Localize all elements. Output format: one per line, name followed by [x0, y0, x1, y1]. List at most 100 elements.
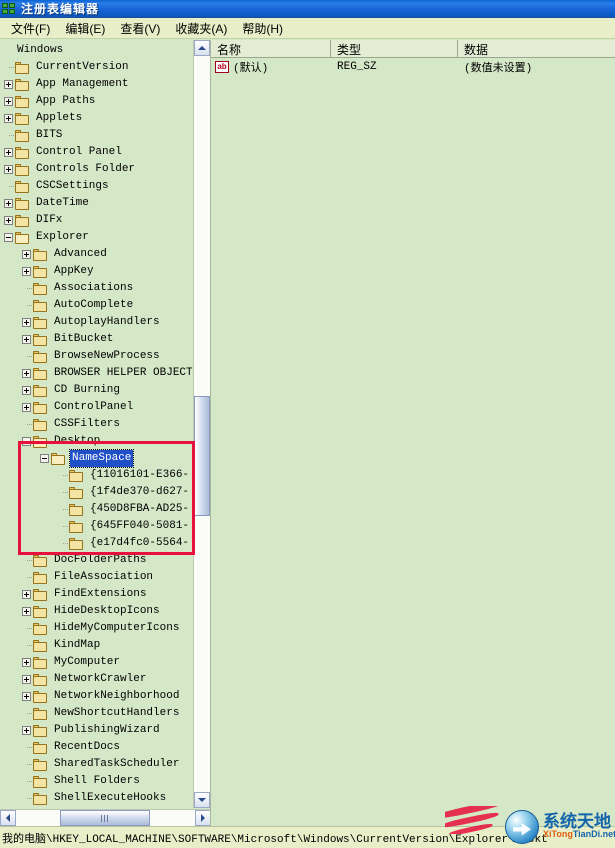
- tree-node[interactable]: Explorer: [0, 229, 193, 246]
- menu-item-edit[interactable]: 编辑(E): [59, 18, 114, 39]
- tree-node-label[interactable]: BitBucket: [52, 331, 115, 348]
- tree-hscroll-track[interactable]: [16, 810, 195, 826]
- tree-node-label[interactable]: Explorer: [34, 229, 91, 246]
- tree-node[interactable]: DIFx: [0, 212, 193, 229]
- tree-node[interactable]: BROWSER HELPER OBJECTS: [0, 365, 193, 382]
- tree-node[interactable]: Applets: [0, 110, 193, 127]
- expand-node-icon[interactable]: [4, 216, 13, 225]
- tree-node-label[interactable]: FileAssociation: [52, 569, 155, 586]
- tree-node-label[interactable]: App Management: [34, 76, 130, 93]
- tree-node-label[interactable]: {645FF040-5081-: [88, 518, 191, 535]
- tree-node-label[interactable]: Associations: [52, 280, 135, 297]
- tree-node-label[interactable]: CSSFilters: [52, 416, 122, 433]
- tree-vertical-scrollbar[interactable]: [193, 40, 210, 808]
- tree-node[interactable]: {1f4de370-d627-: [0, 484, 193, 501]
- tree-node[interactable]: {645FF040-5081-: [0, 518, 193, 535]
- tree-node[interactable]: DocFolderPaths: [0, 552, 193, 569]
- expand-node-icon[interactable]: [22, 726, 31, 735]
- tree-node[interactable]: {e17d4fc0-5564-: [0, 535, 193, 552]
- tree-node-label[interactable]: Advanced: [52, 246, 109, 263]
- tree-scroll-thumb[interactable]: [194, 396, 210, 516]
- expand-node-icon[interactable]: [22, 335, 31, 344]
- tree-node[interactable]: CD Burning: [0, 382, 193, 399]
- tree-node[interactable]: DateTime: [0, 195, 193, 212]
- tree-node[interactable]: NetworkCrawler: [0, 671, 193, 688]
- tree-node-label[interactable]: NetworkNeighborhood: [52, 688, 181, 705]
- tree-node[interactable]: AutoComplete: [0, 297, 193, 314]
- tree-node[interactable]: BitBucket: [0, 331, 193, 348]
- tree-node-label[interactable]: KindMap: [52, 637, 102, 654]
- column-header-type[interactable]: 类型: [331, 40, 458, 57]
- registry-tree[interactable]: Windows CurrentVersion App Management App P…: [0, 40, 193, 808]
- value-row[interactable]: ab (默认) REG_SZ (数值未设置): [211, 58, 615, 76]
- value-name-cell[interactable]: ab (默认): [211, 59, 331, 75]
- scroll-down-button[interactable]: [194, 792, 210, 808]
- collapse-node-icon[interactable]: [22, 437, 31, 446]
- menu-item-favorites[interactable]: 收藏夹(A): [169, 18, 236, 39]
- tree-node[interactable]: ControlPanel: [0, 399, 193, 416]
- tree-node[interactable]: AppKey: [0, 263, 193, 280]
- tree-node-label[interactable]: NewShortcutHandlers: [52, 705, 181, 722]
- collapse-node-icon[interactable]: [40, 454, 49, 463]
- tree-node-label[interactable]: HideMyComputerIcons: [52, 620, 181, 637]
- expand-node-icon[interactable]: [4, 97, 13, 106]
- tree-node-label[interactable]: AutoComplete: [52, 297, 135, 314]
- tree-horizontal-scrollbar[interactable]: [0, 809, 210, 826]
- scroll-right-button[interactable]: [195, 810, 210, 826]
- tree-node-label[interactable]: NameSpace: [68, 449, 135, 468]
- tree-node[interactable]: Shell Folders: [0, 773, 193, 790]
- tree-node-label[interactable]: AppKey: [52, 263, 96, 280]
- tree-node[interactable]: KindMap: [0, 637, 193, 654]
- tree-node[interactable]: NewShortcutHandlers: [0, 705, 193, 722]
- tree-node[interactable]: NetworkNeighborhood: [0, 688, 193, 705]
- tree-node-label[interactable]: ControlPanel: [52, 399, 135, 416]
- tree-node-label[interactable]: Control Panel: [34, 144, 124, 161]
- tree-node-label[interactable]: BITS: [34, 127, 64, 144]
- column-header-name[interactable]: 名称: [211, 40, 331, 57]
- tree-node[interactable]: Windows: [0, 42, 193, 59]
- tree-node[interactable]: App Paths: [0, 93, 193, 110]
- tree-node-label[interactable]: Windows: [15, 42, 65, 59]
- tree-node-label[interactable]: DateTime: [34, 195, 91, 212]
- expand-node-icon[interactable]: [22, 692, 31, 701]
- tree-node[interactable]: HideDesktopIcons: [0, 603, 193, 620]
- tree-node-label[interactable]: Shell Folders: [52, 773, 142, 790]
- tree-node[interactable]: RecentDocs: [0, 739, 193, 756]
- expand-node-icon[interactable]: [4, 165, 13, 174]
- menu-item-view[interactable]: 查看(V): [114, 18, 169, 39]
- tree-scroll-track[interactable]: [194, 56, 210, 792]
- tree-node-label[interactable]: {e17d4fc0-5564-: [88, 535, 191, 552]
- tree-node-label[interactable]: ShellIconOverlayIdentif: [52, 807, 193, 808]
- tree-node[interactable]: CSSFilters: [0, 416, 193, 433]
- tree-node[interactable]: NameSpace: [0, 449, 193, 468]
- expand-node-icon[interactable]: [22, 250, 31, 259]
- tree-node[interactable]: {11016101-E366-: [0, 467, 193, 484]
- tree-node-label[interactable]: AutoplayHandlers: [52, 314, 162, 331]
- tree-node[interactable]: FindExtensions: [0, 586, 193, 603]
- tree-node-label[interactable]: FindExtensions: [52, 586, 148, 603]
- tree-node-label[interactable]: NetworkCrawler: [52, 671, 148, 688]
- tree-node[interactable]: CurrentVersion: [0, 59, 193, 76]
- expand-node-icon[interactable]: [22, 675, 31, 684]
- tree-node-label[interactable]: Desktop: [52, 433, 102, 450]
- tree-node[interactable]: SharedTaskScheduler: [0, 756, 193, 773]
- menu-item-file[interactable]: 文件(F): [5, 18, 59, 39]
- tree-node-label[interactable]: BROWSER HELPER OBJECTS: [52, 365, 193, 382]
- tree-node-label[interactable]: Applets: [34, 110, 84, 127]
- expand-node-icon[interactable]: [22, 267, 31, 276]
- tree-node-label[interactable]: {1f4de370-d627-: [88, 484, 191, 501]
- tree-node[interactable]: Advanced: [0, 246, 193, 263]
- tree-node[interactable]: ShellExecuteHooks: [0, 790, 193, 807]
- tree-node-label[interactable]: RecentDocs: [52, 739, 122, 756]
- expand-node-icon[interactable]: [22, 318, 31, 327]
- expand-node-icon[interactable]: [4, 80, 13, 89]
- tree-node[interactable]: Associations: [0, 280, 193, 297]
- expand-node-icon[interactable]: [4, 199, 13, 208]
- tree-node-label[interactable]: CD Burning: [52, 382, 122, 399]
- tree-node-label[interactable]: SharedTaskScheduler: [52, 756, 181, 773]
- expand-node-icon[interactable]: [22, 386, 31, 395]
- tree-node-label[interactable]: CSCSettings: [34, 178, 111, 195]
- tree-node-label[interactable]: {11016101-E366-: [88, 467, 191, 484]
- tree-node-label[interactable]: DIFx: [34, 212, 64, 229]
- expand-node-icon[interactable]: [22, 607, 31, 616]
